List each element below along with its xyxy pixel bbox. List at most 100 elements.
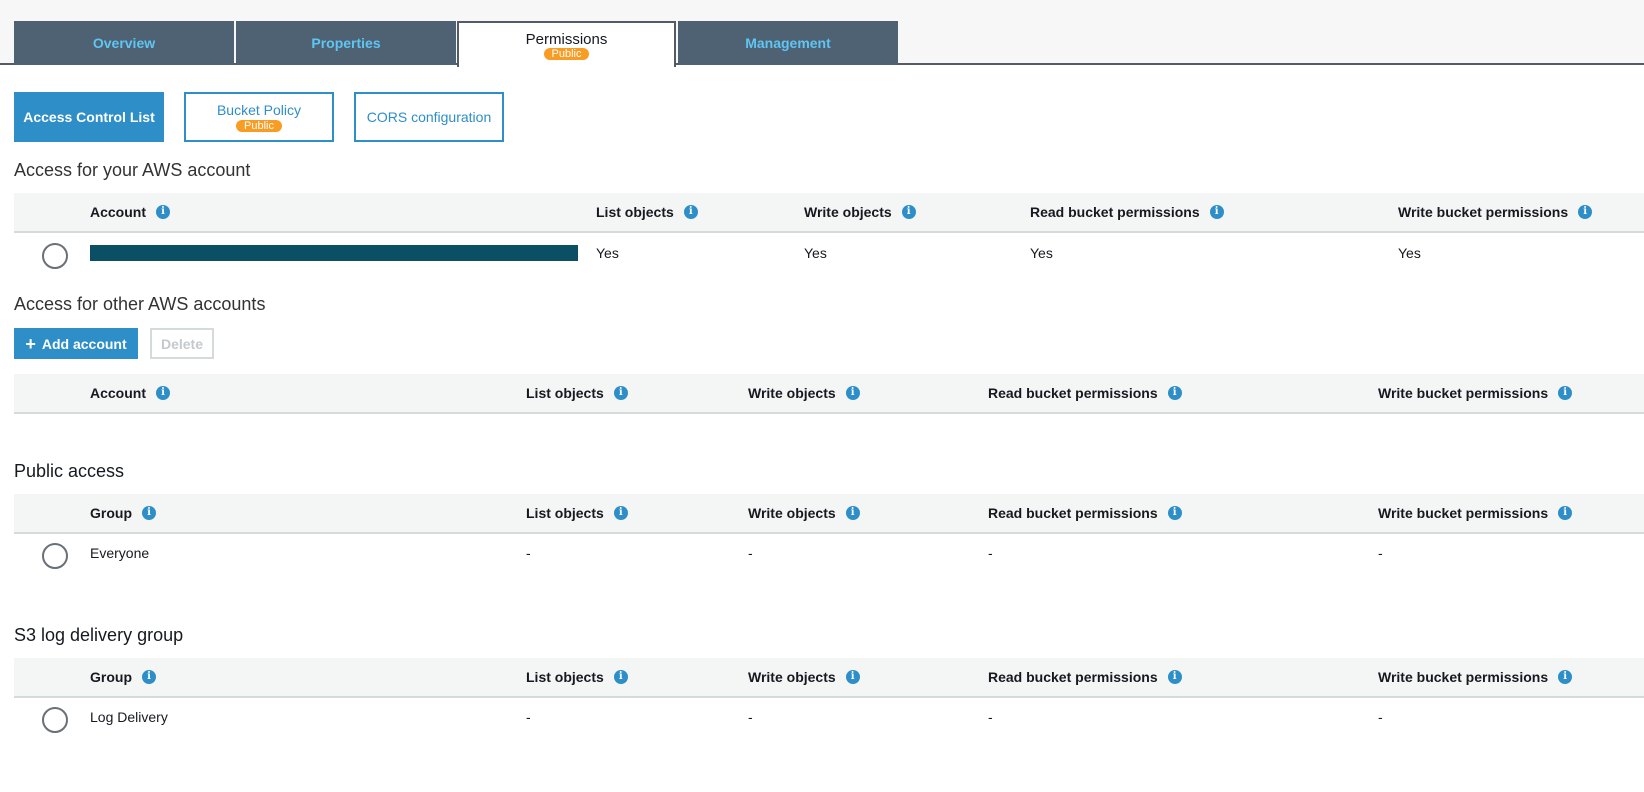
- col-read-perm-label: Read bucket permissions: [1030, 204, 1200, 220]
- col-account: Account i: [90, 193, 170, 231]
- col-read-bucket-permissions: Read bucket permissions i: [988, 658, 1182, 696]
- info-icon[interactable]: i: [683, 205, 698, 219]
- col-read-perm-label: Read bucket permissions: [988, 385, 1158, 401]
- col-list-label: List objects: [596, 204, 674, 220]
- tab-overview[interactable]: Overview: [14, 21, 234, 65]
- table-row: Everyone - - - -: [14, 533, 1644, 573]
- info-icon[interactable]: i: [1558, 386, 1573, 400]
- add-account-button[interactable]: + Add account: [14, 328, 138, 359]
- info-icon[interactable]: i: [1167, 670, 1182, 684]
- info-icon[interactable]: i: [1578, 205, 1593, 219]
- info-icon[interactable]: i: [1167, 386, 1182, 400]
- add-account-label: Add account: [41, 335, 127, 352]
- cell-list: -: [526, 709, 531, 725]
- cell-group: Everyone: [90, 545, 150, 561]
- col-read-perm-label: Read bucket permissions: [988, 669, 1158, 685]
- bucket-policy-label: Bucket Policy: [216, 102, 302, 118]
- bucket-policy-button[interactable]: Bucket Policy Public: [184, 92, 334, 142]
- delete-button[interactable]: Delete: [150, 328, 214, 359]
- info-icon[interactable]: i: [845, 670, 860, 684]
- cell-read-perm: Yes: [1030, 245, 1053, 261]
- col-write-bucket-permissions: Write bucket permissions i: [1378, 658, 1573, 696]
- col-account-label: Account: [90, 204, 146, 220]
- info-icon[interactable]: i: [845, 506, 860, 520]
- info-icon[interactable]: i: [1558, 506, 1573, 520]
- info-icon[interactable]: i: [142, 670, 156, 684]
- cors-configuration-button[interactable]: CORS configuration: [354, 92, 504, 142]
- plus-icon: +: [25, 333, 36, 354]
- log-delivery-title: S3 log delivery group: [14, 625, 184, 645]
- col-list-label: List objects: [526, 669, 604, 685]
- public-access-table-header: Group i List objects i Write objects i Read…: [14, 494, 1644, 534]
- cell-read-perm: -: [988, 709, 993, 725]
- col-write-perm-label: Write bucket permissions: [1398, 204, 1569, 220]
- cell-write: -: [748, 709, 753, 725]
- col-list-objects: List objects i: [526, 658, 628, 696]
- col-write-bucket-permissions: Write bucket permissions i: [1378, 494, 1573, 532]
- col-write-objects: Write objects i: [804, 193, 916, 231]
- info-icon[interactable]: i: [156, 205, 170, 219]
- row-select-radio[interactable]: [42, 707, 68, 733]
- col-write-label: Write objects: [748, 505, 836, 521]
- table-row: Log Delivery - - - -: [14, 697, 1644, 737]
- col-write-bucket-permissions: Write bucket permissions i: [1398, 193, 1593, 231]
- info-icon[interactable]: i: [613, 386, 628, 400]
- col-write-objects: Write objects i: [748, 658, 860, 696]
- row-select-radio[interactable]: [42, 243, 68, 269]
- delete-label: Delete: [160, 335, 204, 352]
- other-accounts-table-header: Account i List objects i Write objects i Re…: [14, 374, 1644, 414]
- col-account: Account i: [90, 374, 170, 412]
- info-icon[interactable]: i: [1209, 205, 1224, 219]
- other-accounts-title: Access for other AWS accounts: [14, 294, 266, 314]
- tab-properties[interactable]: Properties: [236, 21, 456, 65]
- col-write-perm-label: Write bucket permissions: [1378, 505, 1549, 521]
- own-account-table-header: Account i List objects i Write objects i Re…: [14, 193, 1644, 233]
- public-badge: Public: [543, 47, 590, 60]
- public-access-title: Public access: [14, 461, 125, 481]
- col-write-label: Write objects: [748, 669, 836, 685]
- col-group: Group i: [90, 494, 156, 532]
- col-group-label: Group: [90, 669, 132, 685]
- info-icon[interactable]: i: [613, 670, 628, 684]
- tab-bar: Overview Properties Permissions Public M…: [0, 0, 1644, 67]
- info-icon[interactable]: i: [613, 506, 628, 520]
- info-icon[interactable]: i: [156, 386, 170, 400]
- col-list-objects: List objects i: [526, 494, 628, 532]
- col-account-label: Account: [90, 385, 146, 401]
- tab-management[interactable]: Management: [678, 21, 898, 65]
- col-list-label: List objects: [526, 505, 604, 521]
- tab-permissions-label: Permissions: [525, 30, 608, 48]
- cell-list: -: [526, 545, 531, 561]
- cell-write-perm: -: [1378, 545, 1383, 561]
- col-read-bucket-permissions: Read bucket permissions i: [1030, 193, 1224, 231]
- tab-permissions[interactable]: Permissions Public: [457, 21, 676, 67]
- col-write-perm-label: Write bucket permissions: [1378, 669, 1549, 685]
- access-control-list-button[interactable]: Access Control List: [14, 92, 164, 142]
- col-write-objects: Write objects i: [748, 374, 860, 412]
- col-list-objects: List objects i: [596, 193, 698, 231]
- cell-list: Yes: [596, 245, 619, 261]
- info-icon[interactable]: i: [901, 205, 916, 219]
- col-write-objects: Write objects i: [748, 494, 860, 532]
- col-read-bucket-permissions: Read bucket permissions i: [988, 374, 1182, 412]
- cell-write-perm: -: [1378, 709, 1383, 725]
- cell-write-perm: Yes: [1398, 245, 1421, 261]
- col-read-perm-label: Read bucket permissions: [988, 505, 1158, 521]
- info-icon[interactable]: i: [142, 506, 156, 520]
- tab-overview-label: Overview: [92, 35, 156, 51]
- info-icon[interactable]: i: [1558, 670, 1573, 684]
- log-delivery-table-header: Group i List objects i Write objects i Read…: [14, 658, 1644, 698]
- col-group-label: Group: [90, 505, 132, 521]
- cell-write: Yes: [804, 245, 827, 261]
- info-icon[interactable]: i: [845, 386, 860, 400]
- col-list-objects: List objects i: [526, 374, 628, 412]
- redacted-account-id: [90, 245, 578, 261]
- col-read-bucket-permissions: Read bucket permissions i: [988, 494, 1182, 532]
- table-row: Yes Yes Yes Yes: [14, 233, 1644, 273]
- col-group: Group i: [90, 658, 156, 696]
- row-select-radio[interactable]: [42, 543, 68, 569]
- cell-group: Log Delivery: [90, 709, 168, 725]
- info-icon[interactable]: i: [1167, 506, 1182, 520]
- col-write-perm-label: Write bucket permissions: [1378, 385, 1549, 401]
- tab-properties-label: Properties: [311, 35, 381, 51]
